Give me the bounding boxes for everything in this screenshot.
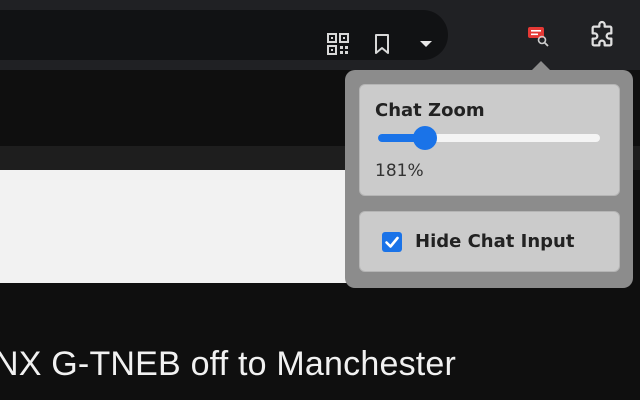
puzzle-extensions-icon[interactable]: [586, 20, 618, 52]
chat-zoom-title: Chat Zoom: [375, 100, 485, 121]
page-title: NX G-TNEB off to Manchester: [0, 345, 457, 383]
chat-extension-icon[interactable]: [527, 25, 549, 47]
dropdown-caret-icon[interactable]: [414, 32, 438, 56]
chat-zoom-slider[interactable]: [378, 125, 600, 151]
chat-zoom-card: Chat Zoom 181%: [359, 84, 620, 196]
hide-chat-input-checkbox[interactable]: [382, 232, 402, 252]
checkmark-icon: [385, 236, 399, 248]
chat-zoom-value: 181%: [375, 161, 424, 181]
bookmark-icon[interactable]: [370, 32, 394, 56]
extension-popup: Chat Zoom 181% Hide Chat Input: [345, 70, 633, 288]
slider-thumb[interactable]: [412, 126, 437, 150]
hide-chat-input-label: Hide Chat Input: [415, 231, 575, 252]
hide-chat-input-card[interactable]: Hide Chat Input: [359, 211, 620, 272]
browser-toolbar: [0, 0, 640, 70]
qr-code-icon[interactable]: [326, 32, 350, 56]
address-bar[interactable]: [0, 10, 448, 60]
